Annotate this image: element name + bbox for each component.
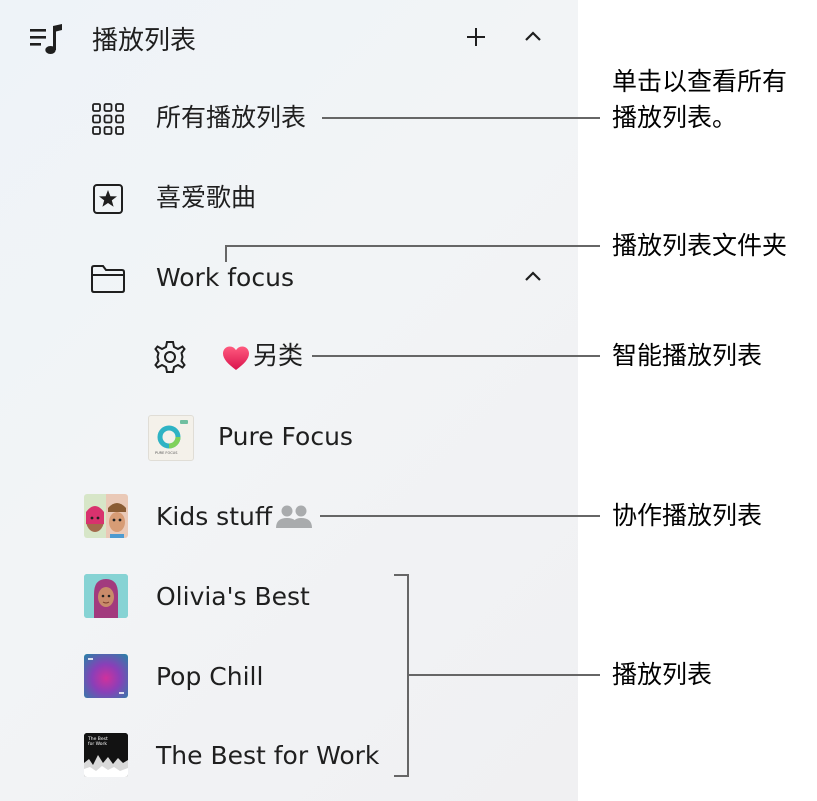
callout-collaborative-playlist: 协作播放列表	[612, 501, 763, 530]
callout-playlists: 播放列表	[612, 660, 713, 689]
callout-all-playlists-line2: 播放列表。	[612, 103, 738, 132]
playlists-bracket	[394, 574, 409, 777]
callout-playlist-folder: 播放列表文件夹	[612, 231, 788, 260]
callout-smart-playlist: 智能播放列表	[612, 341, 763, 370]
callout-all-playlists-line1: 单击以查看所有	[612, 67, 788, 96]
callout-line-folder	[225, 245, 600, 262]
